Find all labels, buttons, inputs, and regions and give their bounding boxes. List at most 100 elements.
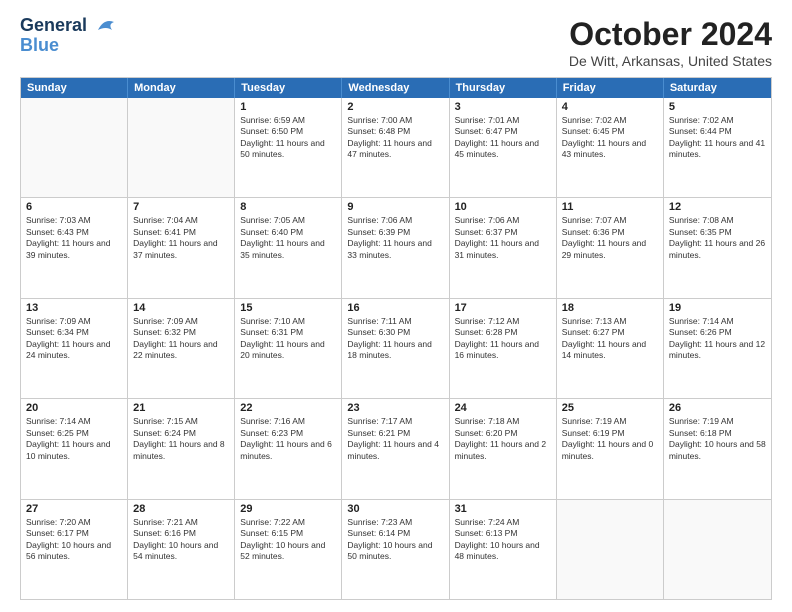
- empty-cell: [664, 500, 771, 599]
- day-cell-24: 24 Sunrise: 7:18 AM Sunset: 6:20 PM Dayli…: [450, 399, 557, 498]
- cell-info: Sunrise: 7:21 AM Sunset: 6:16 PM Dayligh…: [133, 517, 229, 563]
- day-number: 14: [133, 302, 229, 314]
- cell-info: Sunrise: 7:08 AM Sunset: 6:35 PM Dayligh…: [669, 215, 766, 261]
- cell-info: Sunrise: 7:09 AM Sunset: 6:34 PM Dayligh…: [26, 316, 122, 362]
- cell-info: Sunrise: 7:02 AM Sunset: 6:44 PM Dayligh…: [669, 115, 766, 161]
- day-cell-15: 15Sunrise: 7:10 AM Sunset: 6:31 PM Dayli…: [235, 299, 342, 398]
- title-block: October 2024 De Witt, Arkansas, United S…: [569, 16, 772, 69]
- day-number: 29: [240, 503, 336, 515]
- cell-info: Sunrise: 7:19 AM Sunset: 6:19 PM Dayligh…: [562, 416, 658, 462]
- day-header-wednesday: Wednesday: [342, 78, 449, 98]
- day-number: 5: [669, 101, 766, 113]
- empty-cell: [21, 98, 128, 197]
- cell-info: Sunrise: 7:01 AM Sunset: 6:47 PM Dayligh…: [455, 115, 551, 161]
- day-number: 25: [562, 402, 658, 414]
- day-number: 24: [455, 402, 551, 414]
- week-row-3: 13 Sunrise: 7:09 AM Sunset: 6:34 PM Dayli…: [21, 298, 771, 398]
- header: General Blue October 2024 De Witt, Arkan…: [20, 16, 772, 69]
- day-number: 20: [26, 402, 122, 414]
- day-number: 19: [669, 302, 766, 314]
- cell-info: Sunrise: 7:03 AM Sunset: 6:43 PM Dayligh…: [26, 215, 122, 261]
- day-cell-8: 8 Sunrise: 7:05 AM Sunset: 6:40 PM Daylig…: [235, 198, 342, 297]
- cell-info: Sunrise: 7:06 AM Sunset: 6:37 PM Dayligh…: [455, 215, 551, 261]
- cell-info: Sunrise: 7:16 AM Sunset: 6:23 PM Dayligh…: [240, 416, 336, 462]
- day-number: 13: [26, 302, 122, 314]
- calendar-header: SundayMondayTuesdayWednesdayThursdayFrid…: [21, 78, 771, 98]
- cell-info: Sunrise: 7:13 AM Sunset: 6:27 PM Dayligh…: [562, 316, 658, 362]
- day-number: 12: [669, 201, 766, 213]
- day-number: 10: [455, 201, 551, 213]
- day-cell-20: 20 Sunrise: 7:14 AM Sunset: 6:25 PM Dayli…: [21, 399, 128, 498]
- day-cell-17: 17 Sunrise: 7:12 AM Sunset: 6:28 PM Dayli…: [450, 299, 557, 398]
- day-cell-7: 7 Sunrise: 7:04 AM Sunset: 6:41 PM Daylig…: [128, 198, 235, 297]
- empty-cell: [557, 500, 664, 599]
- cell-info: Sunrise: 7:09 AM Sunset: 6:32 PM Dayligh…: [133, 316, 229, 362]
- location: De Witt, Arkansas, United States: [569, 53, 772, 69]
- day-number: 11: [562, 201, 658, 213]
- cell-info: Sunrise: 7:14 AM Sunset: 6:25 PM Dayligh…: [26, 416, 122, 462]
- cell-info: Sunrise: 7:00 AM Sunset: 6:48 PM Dayligh…: [347, 115, 443, 161]
- day-cell-14: 14 Sunrise: 7:09 AM Sunset: 6:32 PM Dayli…: [128, 299, 235, 398]
- cell-info: Sunrise: 7:20 AM Sunset: 6:17 PM Dayligh…: [26, 517, 122, 563]
- day-cell-3: 3Sunrise: 7:01 AM Sunset: 6:47 PM Daylig…: [450, 98, 557, 197]
- day-cell-25: 25 Sunrise: 7:19 AM Sunset: 6:19 PM Dayli…: [557, 399, 664, 498]
- day-header-monday: Monday: [128, 78, 235, 98]
- cell-info: Sunrise: 7:23 AM Sunset: 6:14 PM Dayligh…: [347, 517, 443, 563]
- logo: General Blue: [20, 16, 122, 56]
- day-number: 17: [455, 302, 551, 314]
- calendar: SundayMondayTuesdayWednesdayThursdayFrid…: [20, 77, 772, 600]
- cell-info: Sunrise: 7:11 AM Sunset: 6:30 PM Dayligh…: [347, 316, 443, 362]
- day-header-saturday: Saturday: [664, 78, 771, 98]
- cell-info: Sunrise: 7:22 AM Sunset: 6:15 PM Dayligh…: [240, 517, 336, 563]
- cell-info: Sunrise: 7:19 AM Sunset: 6:18 PM Dayligh…: [669, 416, 766, 462]
- cell-info: Sunrise: 7:06 AM Sunset: 6:39 PM Dayligh…: [347, 215, 443, 261]
- day-cell-5: 5 Sunrise: 7:02 AM Sunset: 6:44 PM Daylig…: [664, 98, 771, 197]
- day-cell-2: 2 Sunrise: 7:00 AM Sunset: 6:48 PM Daylig…: [342, 98, 449, 197]
- logo-text: General: [20, 16, 122, 36]
- day-number: 31: [455, 503, 551, 515]
- cell-info: Sunrise: 7:18 AM Sunset: 6:20 PM Dayligh…: [455, 416, 551, 462]
- empty-cell: [128, 98, 235, 197]
- day-cell-11: 11 Sunrise: 7:07 AM Sunset: 6:36 PM Dayli…: [557, 198, 664, 297]
- day-number: 30: [347, 503, 443, 515]
- week-row-4: 20 Sunrise: 7:14 AM Sunset: 6:25 PM Dayli…: [21, 398, 771, 498]
- month-title: October 2024: [569, 16, 772, 53]
- cell-info: Sunrise: 7:14 AM Sunset: 6:26 PM Dayligh…: [669, 316, 766, 362]
- day-number: 9: [347, 201, 443, 213]
- cell-info: Sunrise: 7:24 AM Sunset: 6:13 PM Dayligh…: [455, 517, 551, 563]
- day-header-thursday: Thursday: [450, 78, 557, 98]
- day-number: 6: [26, 201, 122, 213]
- day-number: 7: [133, 201, 229, 213]
- day-number: 8: [240, 201, 336, 213]
- cell-info: Sunrise: 7:07 AM Sunset: 6:36 PM Dayligh…: [562, 215, 658, 261]
- day-cell-9: 9 Sunrise: 7:06 AM Sunset: 6:39 PM Daylig…: [342, 198, 449, 297]
- week-row-1: 1 Sunrise: 6:59 AM Sunset: 6:50 PM Daylig…: [21, 98, 771, 197]
- cell-info: Sunrise: 7:05 AM Sunset: 6:40 PM Dayligh…: [240, 215, 336, 261]
- day-number: 21: [133, 402, 229, 414]
- day-cell-28: 28Sunrise: 7:21 AM Sunset: 6:16 PM Dayli…: [128, 500, 235, 599]
- cell-info: Sunrise: 7:15 AM Sunset: 6:24 PM Dayligh…: [133, 416, 229, 462]
- day-number: 2: [347, 101, 443, 113]
- day-number: 23: [347, 402, 443, 414]
- day-cell-23: 23 Sunrise: 7:17 AM Sunset: 6:21 PM Dayli…: [342, 399, 449, 498]
- day-cell-22: 22Sunrise: 7:16 AM Sunset: 6:23 PM Dayli…: [235, 399, 342, 498]
- cell-info: Sunrise: 7:17 AM Sunset: 6:21 PM Dayligh…: [347, 416, 443, 462]
- day-cell-31: 31 Sunrise: 7:24 AM Sunset: 6:13 PM Dayli…: [450, 500, 557, 599]
- day-cell-29: 29 Sunrise: 7:22 AM Sunset: 6:15 PM Dayli…: [235, 500, 342, 599]
- cell-info: Sunrise: 6:59 AM Sunset: 6:50 PM Dayligh…: [240, 115, 336, 161]
- day-cell-4: 4Sunrise: 7:02 AM Sunset: 6:45 PM Daylig…: [557, 98, 664, 197]
- cell-info: Sunrise: 7:04 AM Sunset: 6:41 PM Dayligh…: [133, 215, 229, 261]
- day-number: 16: [347, 302, 443, 314]
- day-number: 1: [240, 101, 336, 113]
- day-number: 18: [562, 302, 658, 314]
- day-cell-16: 16 Sunrise: 7:11 AM Sunset: 6:30 PM Dayli…: [342, 299, 449, 398]
- logo-bird-icon: [94, 16, 122, 36]
- logo-blue: Blue: [20, 36, 122, 56]
- day-header-friday: Friday: [557, 78, 664, 98]
- day-number: 4: [562, 101, 658, 113]
- day-header-sunday: Sunday: [21, 78, 128, 98]
- day-cell-1: 1 Sunrise: 6:59 AM Sunset: 6:50 PM Daylig…: [235, 98, 342, 197]
- day-number: 26: [669, 402, 766, 414]
- cell-info: Sunrise: 7:10 AM Sunset: 6:31 PM Dayligh…: [240, 316, 336, 362]
- cell-info: Sunrise: 7:12 AM Sunset: 6:28 PM Dayligh…: [455, 316, 551, 362]
